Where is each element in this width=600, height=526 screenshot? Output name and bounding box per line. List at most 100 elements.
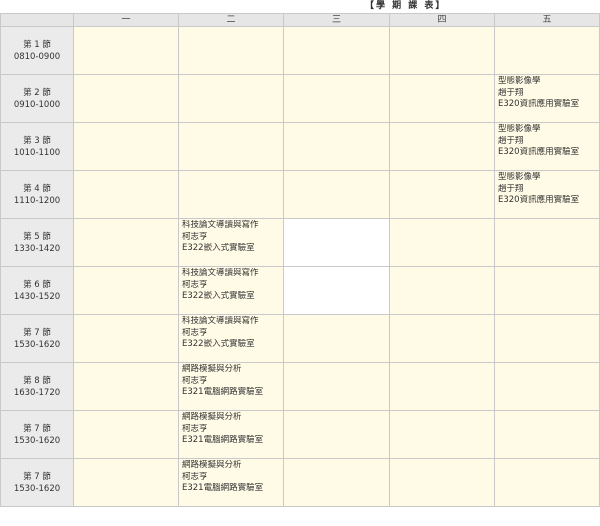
period-row: 第 7 節 1530-1620 網路模擬與分析 柯志亨 E321電腦網路實驗室 — [0, 458, 600, 507]
schedule-cell[interactable] — [389, 74, 495, 123]
course-name: 型態影像學 — [498, 172, 541, 182]
header-day-fri: 五 — [494, 13, 600, 27]
schedule-cell[interactable] — [178, 74, 284, 123]
schedule-cell[interactable] — [389, 314, 495, 363]
header-day-mon: 一 — [73, 13, 179, 27]
course-room: E320資訊應用實驗室 — [498, 195, 580, 205]
course-room: E321電腦網路實驗室 — [182, 435, 264, 445]
course-room: E321電腦網路實驗室 — [182, 387, 264, 397]
schedule-cell[interactable] — [73, 314, 179, 363]
period-label: 第 6 節 1430-1520 — [0, 266, 74, 315]
schedule-cell[interactable] — [389, 410, 495, 459]
course-cell[interactable]: 網路模擬與分析 柯志亨 E321電腦網路實驗室 — [178, 458, 284, 507]
course-name: 型態影像學 — [498, 76, 541, 86]
period-row: 第 4 節 1110-1200 型態影像學 趙于翔 E320資訊應用實驗室 — [0, 170, 600, 219]
course-name: 網路模擬與分析 — [182, 412, 242, 422]
period-label: 第 5 節 1330-1420 — [0, 218, 74, 267]
schedule-cell[interactable] — [283, 170, 390, 219]
schedule-cell[interactable] — [494, 458, 600, 507]
course-room: E320資訊應用實驗室 — [498, 99, 580, 109]
schedule-cell[interactable] — [73, 362, 179, 411]
schedule-cell[interactable] — [494, 266, 600, 315]
header-row: 一 二 三 四 五 — [0, 13, 600, 27]
schedule-cell[interactable] — [283, 314, 390, 363]
schedule-cell[interactable] — [494, 26, 600, 75]
schedule-cell[interactable] — [283, 74, 390, 123]
course-teacher: 趙于翔 — [498, 87, 524, 98]
course-room: E322嵌入式實驗室 — [182, 339, 255, 349]
period-label: 第 2 節 0910-1000 — [0, 74, 74, 123]
course-name: 網路模擬與分析 — [182, 460, 242, 470]
course-name: 網路模擬與分析 — [182, 364, 242, 374]
schedule-cell[interactable] — [73, 26, 179, 75]
period-label: 第 7 節 1530-1620 — [0, 458, 74, 507]
course-name: 科技論文導讀與寫作 — [182, 220, 259, 230]
course-room: E322嵌入式實驗室 — [182, 291, 255, 301]
course-teacher: 柯志亨 — [182, 423, 208, 434]
course-cell[interactable]: 科技論文導讀與寫作 柯志亨 E322嵌入式實驗室 — [178, 266, 284, 315]
schedule-cell[interactable] — [494, 410, 600, 459]
header-day-thu: 四 — [389, 13, 495, 27]
schedule-cell[interactable] — [73, 170, 179, 219]
course-cell[interactable]: 型態影像學 趙于翔 E320資訊應用實驗室 — [494, 170, 600, 219]
schedule-cell[interactable] — [389, 26, 495, 75]
schedule-cell[interactable] — [389, 218, 495, 267]
schedule-cell[interactable] — [178, 170, 284, 219]
schedule-cell[interactable] — [283, 266, 390, 315]
course-teacher: 柯志亨 — [182, 375, 208, 386]
period-row: 第 3 節 1010-1100 型態影像學 趙于翔 E320資訊應用實驗室 — [0, 122, 600, 171]
period-label: 第 1 節 0810-0900 — [0, 26, 74, 75]
schedule-cell[interactable] — [389, 362, 495, 411]
schedule-cell[interactable] — [73, 266, 179, 315]
course-teacher: 趙于翔 — [498, 183, 524, 194]
header-corner — [0, 13, 74, 27]
schedule-cell[interactable] — [494, 362, 600, 411]
course-teacher: 柯志亨 — [182, 327, 208, 338]
course-teacher: 柯志亨 — [182, 231, 208, 242]
course-cell[interactable]: 型態影像學 趙于翔 E320資訊應用實驗室 — [494, 122, 600, 171]
course-teacher: 趙于翔 — [498, 135, 524, 146]
course-room: E321電腦網路實驗室 — [182, 483, 264, 493]
schedule-cell[interactable] — [389, 170, 495, 219]
period-row: 第 8 節 1630-1720 網路模擬與分析 柯志亨 E321電腦網路實驗室 — [0, 362, 600, 411]
period-row: 第 6 節 1430-1520 科技論文導讀與寫作 柯志亨 E322嵌入式實驗室 — [0, 266, 600, 315]
schedule-cell[interactable] — [283, 122, 390, 171]
period-label: 第 8 節 1630-1720 — [0, 362, 74, 411]
course-room: E322嵌入式實驗室 — [182, 243, 255, 253]
schedule-title: 【學 期 課 表】 — [365, 1, 447, 11]
period-label: 第 7 節 1530-1620 — [0, 314, 74, 363]
schedule-cell[interactable] — [178, 122, 284, 171]
course-teacher: 柯志亨 — [182, 471, 208, 482]
schedule-cell[interactable] — [389, 266, 495, 315]
course-cell[interactable]: 科技論文導讀與寫作 柯志亨 E322嵌入式實驗室 — [178, 218, 284, 267]
course-cell[interactable]: 科技論文導讀與寫作 柯志亨 E322嵌入式實驗室 — [178, 314, 284, 363]
schedule-cell[interactable] — [494, 314, 600, 363]
course-name: 科技論文導讀與寫作 — [182, 316, 259, 326]
schedule-cell[interactable] — [283, 362, 390, 411]
schedule-cell[interactable] — [389, 122, 495, 171]
schedule-cell[interactable] — [283, 410, 390, 459]
schedule-cell[interactable] — [494, 218, 600, 267]
header-day-tue: 二 — [178, 13, 284, 27]
schedule-cell[interactable] — [73, 122, 179, 171]
course-name: 型態影像學 — [498, 124, 541, 134]
period-label: 第 7 節 1530-1620 — [0, 410, 74, 459]
schedule-cell[interactable] — [73, 410, 179, 459]
course-cell[interactable]: 型態影像學 趙于翔 E320資訊應用實驗室 — [494, 74, 600, 123]
schedule-cell[interactable] — [283, 26, 390, 75]
schedule-table: 一 二 三 四 五 第 1 節 0810-0900 第 2 節 0910-1000 … — [0, 13, 600, 507]
period-label: 第 4 節 1110-1200 — [0, 170, 74, 219]
schedule-cell[interactable] — [389, 458, 495, 507]
course-teacher: 柯志亨 — [182, 279, 208, 290]
course-room: E320資訊應用實驗室 — [498, 147, 580, 157]
schedule-cell[interactable] — [283, 458, 390, 507]
schedule-cell[interactable] — [73, 74, 179, 123]
schedule-cell[interactable] — [178, 26, 284, 75]
schedule-cell[interactable] — [283, 218, 390, 267]
period-row: 第 2 節 0910-1000 型態影像學 趙于翔 E320資訊應用實驗室 — [0, 74, 600, 123]
schedule-cell[interactable] — [73, 218, 179, 267]
schedule-cell[interactable] — [73, 458, 179, 507]
course-cell[interactable]: 網路模擬與分析 柯志亨 E321電腦網路實驗室 — [178, 362, 284, 411]
course-cell[interactable]: 網路模擬與分析 柯志亨 E321電腦網路實驗室 — [178, 410, 284, 459]
course-name: 科技論文導讀與寫作 — [182, 268, 259, 278]
